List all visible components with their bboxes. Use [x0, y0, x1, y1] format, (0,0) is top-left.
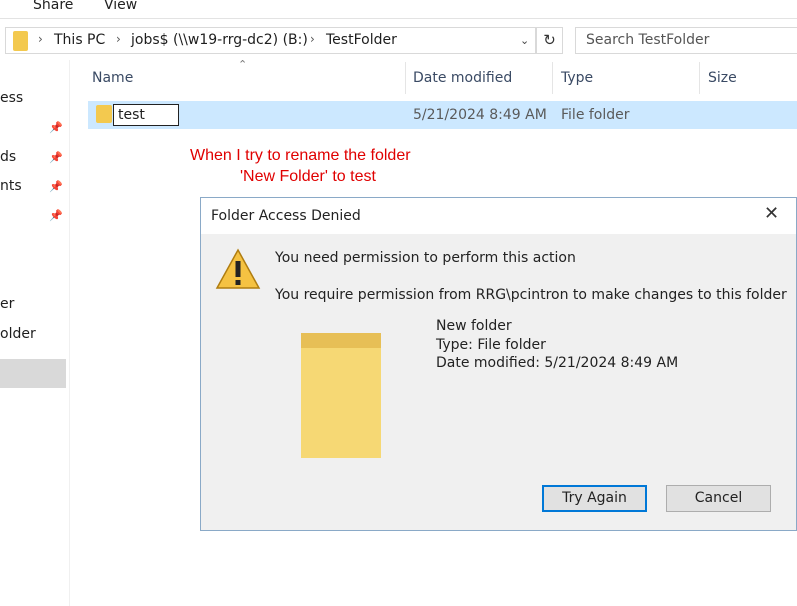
nav-item-folder-2[interactable]: older	[0, 326, 36, 342]
folder-icon	[96, 105, 112, 123]
chevron-right-icon[interactable]: ›	[310, 32, 315, 46]
try-again-button[interactable]: Try Again	[542, 485, 647, 512]
column-divider[interactable]	[405, 62, 406, 94]
search-placeholder: Search TestFolder	[586, 32, 710, 48]
pin-icon: 📌	[49, 121, 63, 134]
warning-icon	[215, 248, 261, 289]
chevron-down-icon[interactable]: ⌄	[520, 34, 529, 47]
annotation-line-2: 'New Folder' to test	[240, 168, 376, 185]
breadcrumb-testfolder[interactable]: TestFolder	[326, 32, 397, 48]
item-date-modified: Date modified: 5/21/2024 8:49 AM	[436, 355, 679, 371]
folder-access-denied-dialog: Folder Access Denied ✕ You need permissi…	[200, 197, 797, 531]
sort-ascending-icon: ⌃	[238, 58, 248, 71]
ribbon-divider	[0, 18, 797, 19]
pin-icon: 📌	[49, 151, 63, 164]
search-input[interactable]: Search TestFolder	[575, 27, 797, 54]
column-header-size[interactable]: Size	[708, 70, 737, 86]
column-divider[interactable]	[552, 62, 553, 94]
nav-item-documents[interactable]: nts	[0, 178, 22, 194]
pin-icon: 📌	[49, 209, 63, 222]
ribbon-tab-share[interactable]: Share	[33, 0, 73, 13]
refresh-button[interactable]: ↻	[536, 27, 563, 54]
nav-item-downloads[interactable]: ds	[0, 149, 16, 165]
cancel-button[interactable]: Cancel	[666, 485, 771, 512]
column-header-type[interactable]: Type	[561, 70, 593, 86]
ribbon-tab-view[interactable]: View	[104, 0, 137, 13]
annotation-line-1: When I try to rename the folder	[190, 147, 411, 164]
cell-date-modified: 5/21/2024 8:49 AM	[413, 107, 547, 123]
folder-icon-front	[301, 348, 381, 458]
dialog-title-bar[interactable]: Folder Access Denied ✕	[201, 198, 796, 234]
item-type: Type: File folder	[436, 337, 546, 353]
pin-icon: 📌	[49, 180, 63, 193]
item-name: New folder	[436, 318, 512, 334]
nav-item-selected[interactable]	[0, 359, 66, 388]
pane-divider	[69, 60, 70, 606]
breadcrumb-drive[interactable]: jobs$ (\\w19-rrg-dc2) (B:)	[131, 32, 308, 48]
cell-type: File folder	[561, 107, 630, 123]
chevron-right-icon[interactable]: ›	[116, 32, 121, 46]
address-bar[interactable]: › This PC › jobs$ (\\w19-rrg-dc2) (B:) ›…	[5, 27, 536, 54]
dialog-detail: You require permission from RRG\pcintron…	[275, 287, 787, 303]
column-header-date-modified[interactable]: Date modified	[413, 70, 512, 86]
folder-icon	[13, 31, 28, 51]
nav-item-quick-access[interactable]: ess	[0, 90, 23, 106]
chevron-right-icon[interactable]: ›	[38, 32, 43, 46]
nav-item-folder[interactable]: er	[0, 296, 14, 312]
rename-input[interactable]: test	[113, 104, 179, 126]
column-divider[interactable]	[699, 62, 700, 94]
dialog-title: Folder Access Denied	[211, 208, 361, 224]
breadcrumb-this-pc[interactable]: This PC	[54, 32, 105, 48]
column-header-name[interactable]: Name	[92, 70, 133, 86]
close-icon[interactable]: ✕	[764, 203, 779, 224]
dialog-heading: You need permission to perform this acti…	[275, 250, 576, 266]
refresh-icon: ↻	[543, 31, 556, 49]
